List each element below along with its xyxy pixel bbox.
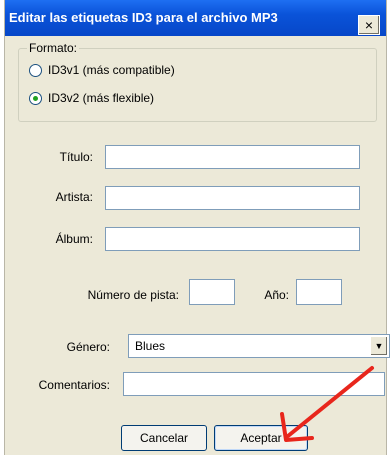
genre-value: Blues: [135, 339, 166, 353]
radio-id3v2-label: ID3v2 (más flexible): [48, 91, 155, 105]
radio-icon: [29, 63, 42, 77]
close-icon: ×: [364, 17, 374, 33]
title-label: Título:: [59, 150, 93, 164]
red-arrow-annotation: [280, 366, 374, 442]
track-label: Número de pista:: [87, 288, 179, 302]
close-button[interactable]: ×: [358, 15, 380, 35]
comments-label: Comentarios:: [38, 378, 110, 392]
cancel-button[interactable]: Cancelar: [121, 425, 207, 451]
radio-checked-icon: [29, 91, 42, 105]
radio-id3v1[interactable]: ID3v1 (más compatible): [29, 63, 175, 77]
radio-id3v2[interactable]: ID3v2 (más flexible): [29, 91, 154, 105]
title-field[interactable]: [105, 145, 360, 169]
window-title: Editar las etiquetas ID3 para el archivo…: [9, 10, 278, 25]
genre-label: Género:: [66, 340, 110, 354]
radio-id3v1-label: ID3v1 (más compatible): [48, 63, 175, 77]
title-bar: Editar las etiquetas ID3 para el archivo…: [5, 0, 386, 36]
dropdown-arrow-icon[interactable]: ▼: [370, 336, 388, 356]
format-legend: Formato:: [27, 41, 80, 55]
year-label: Año:: [264, 288, 289, 302]
track-field[interactable]: [189, 279, 235, 305]
artist-field[interactable]: [105, 186, 360, 210]
album-label: Álbum:: [55, 232, 93, 246]
artist-label: Artista:: [55, 190, 93, 204]
album-field[interactable]: [105, 227, 360, 251]
year-field[interactable]: [296, 279, 342, 305]
genre-select[interactable]: Blues ▼: [128, 334, 390, 358]
format-groupbox: Formato: ID3v1 (más compatible) ID3v2 (m…: [18, 41, 377, 122]
